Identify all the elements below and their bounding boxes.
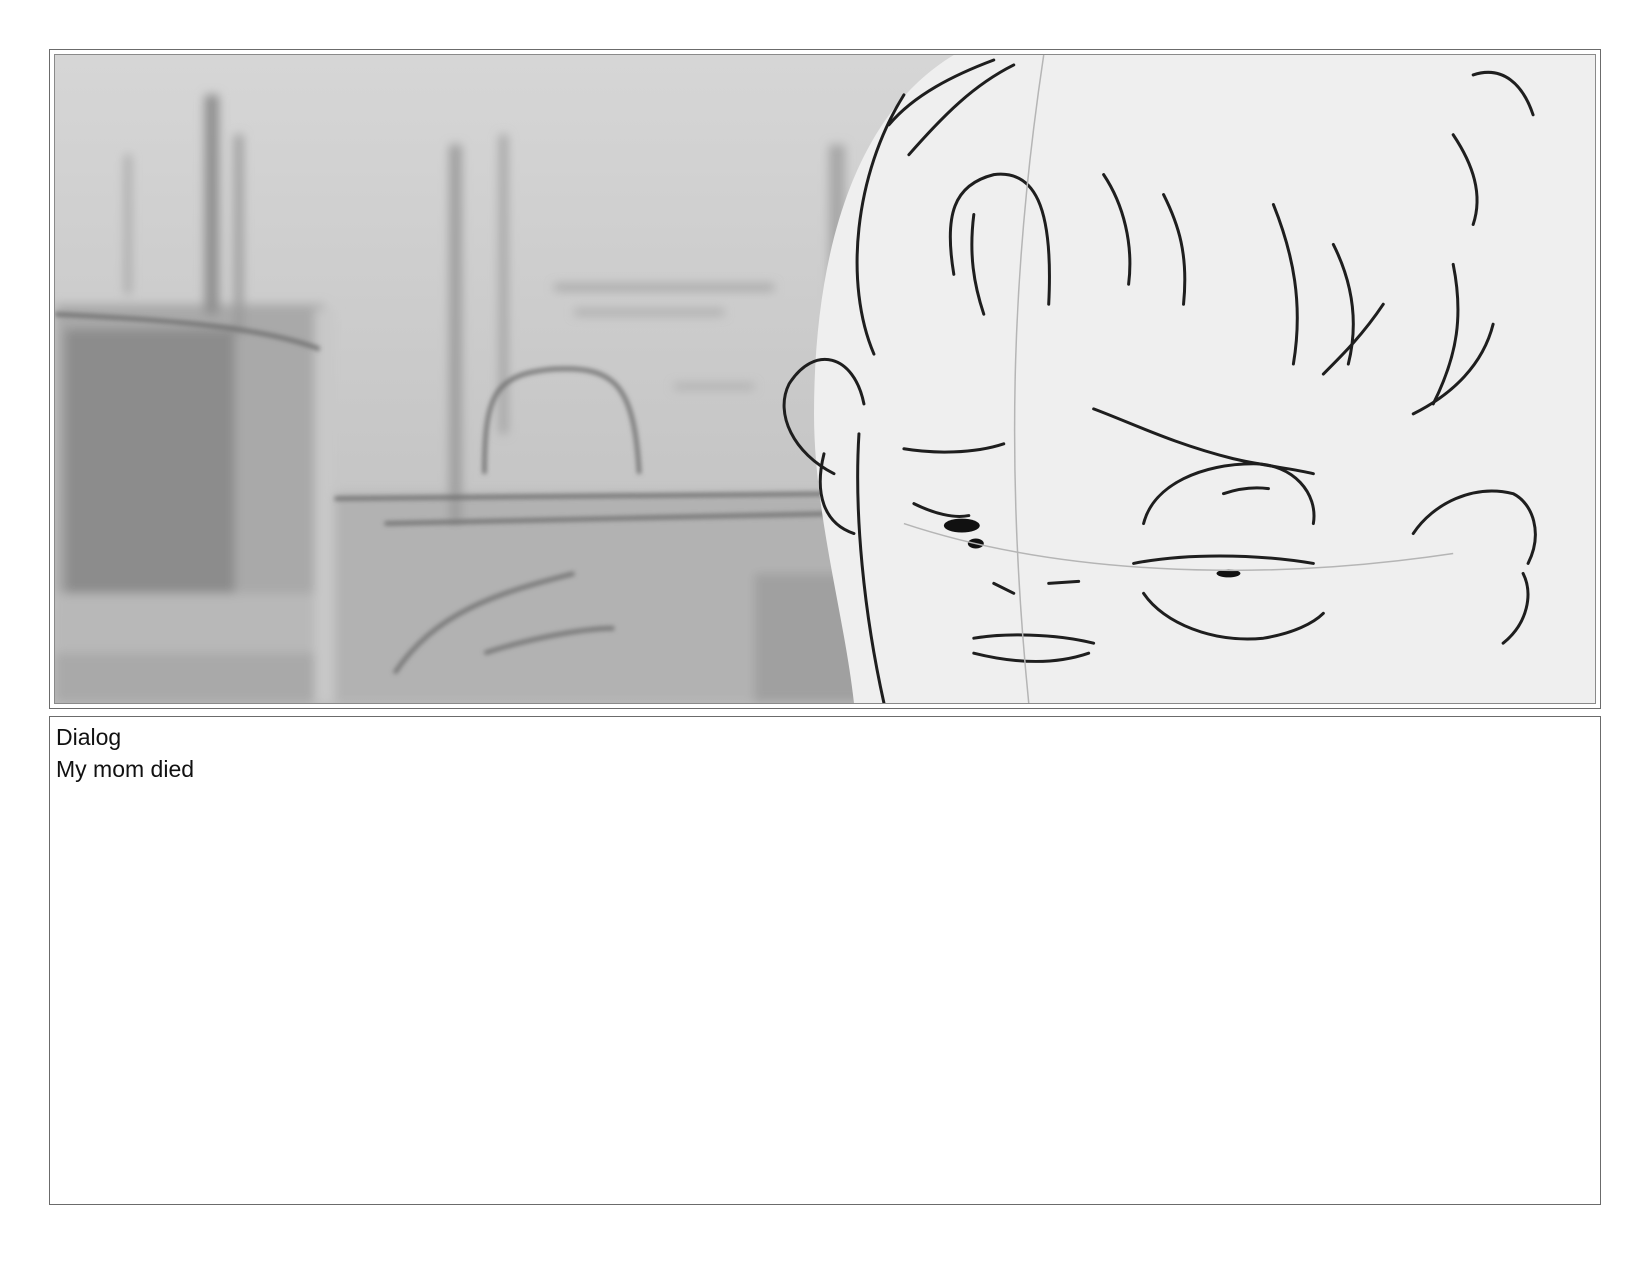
dialog-text: My mom died [56, 756, 195, 782]
storyboard-panel [49, 49, 1601, 709]
storyboard-sketch-icon [55, 55, 1595, 703]
storyboard-frame [54, 54, 1596, 704]
character-head [814, 55, 1595, 703]
dialog-label: Dialog [56, 724, 122, 750]
dialog-box: Dialog My mom died [49, 716, 1601, 1205]
